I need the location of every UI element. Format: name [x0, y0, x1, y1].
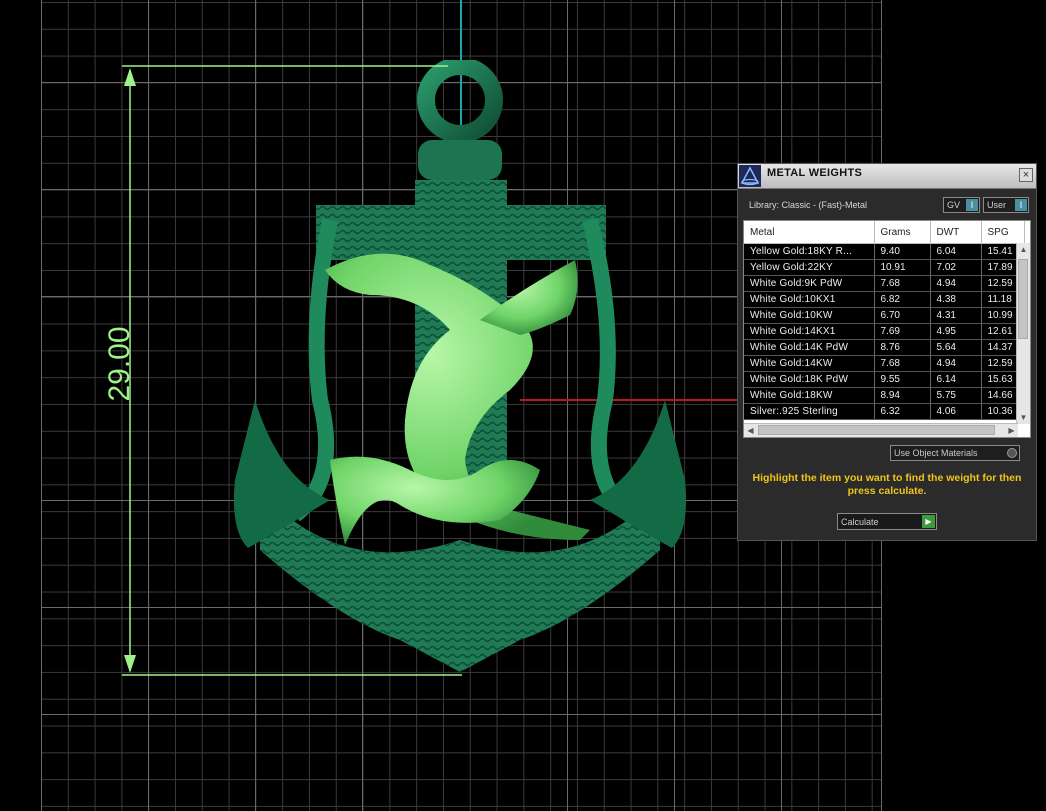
user-toggle-label: User — [987, 200, 1007, 210]
library-label: Library: Classic - (Fast)-Metal — [749, 200, 868, 210]
metal-name-cell: Silver:.925 Sterling — [744, 403, 875, 420]
vertical-scroll-thumb[interactable] — [1018, 259, 1028, 339]
rope-wrap — [418, 140, 502, 180]
metal-weights-panel: METAL WEIGHTS × Library: Classic - (Fast… — [737, 163, 1037, 541]
value-cell: 8.76 — [874, 339, 931, 356]
calculate-label: Calculate — [841, 517, 879, 527]
instruction-text: Highlight the item you want to find the … — [752, 472, 1022, 497]
horizontal-scrollbar[interactable]: ◀ ▶ — [744, 423, 1018, 437]
table-row[interactable]: White Gold:14KX1 7.69 4.95 12.61 — [744, 323, 1025, 340]
column-header[interactable]: SPG — [981, 221, 1025, 244]
radio-icon — [1007, 448, 1017, 458]
table-row[interactable]: White Gold:14K PdW 8.76 5.64 14.37 — [744, 339, 1025, 356]
value-cell: 4.31 — [930, 307, 982, 324]
table-row[interactable]: White Gold:18KW 8.94 5.75 14.66 — [744, 387, 1025, 404]
column-header[interactable]: Metal — [744, 221, 875, 244]
app-logo-icon — [739, 165, 761, 187]
value-cell: 5.75 — [930, 387, 982, 404]
use-object-materials-toggle[interactable]: Use Object Materials — [890, 445, 1020, 461]
value-cell: 4.06 — [930, 403, 982, 420]
value-cell: 6.32 — [874, 403, 931, 420]
value-cell: 4.94 — [930, 275, 982, 292]
table-row[interactable]: White Gold:10KX1 6.82 4.38 11.18 — [744, 291, 1025, 308]
value-cell: 9.40 — [874, 243, 931, 260]
value-cell: 5.64 — [930, 339, 982, 356]
metal-name-cell: White Gold:14KW — [744, 355, 875, 372]
value-cell: 4.95 — [930, 323, 982, 340]
use-object-materials-label: Use Object Materials — [894, 448, 978, 458]
value-cell: 7.68 — [874, 355, 931, 372]
table-header-row: Metal Grams DWT SPG — [744, 221, 1025, 244]
value-cell: 6.14 — [930, 371, 982, 388]
calculate-button[interactable]: Calculate ▶ — [837, 513, 937, 530]
grid-line — [148, 0, 149, 811]
value-cell: 7.02 — [930, 259, 982, 276]
table-row[interactable]: White Gold:9K PdW 7.68 4.94 12.59 — [744, 275, 1025, 292]
horizontal-scroll-thumb[interactable] — [758, 425, 995, 435]
gv-toggle[interactable]: GV I — [943, 197, 980, 213]
value-cell: 9.55 — [874, 371, 931, 388]
toggle-indicator-icon: I — [1015, 199, 1027, 211]
gv-toggle-label: GV — [947, 200, 961, 210]
metal-name-cell: White Gold:14KX1 — [744, 323, 875, 340]
scroll-left-icon[interactable]: ◀ — [744, 424, 757, 437]
column-header[interactable]: Grams — [874, 221, 931, 244]
viewport-margin-left — [0, 0, 41, 811]
table-row[interactable]: White Gold:18K PdW 9.55 6.14 15.63 — [744, 371, 1025, 388]
column-header[interactable]: DWT — [930, 221, 982, 244]
rope-left — [289, 218, 338, 522]
scroll-down-icon[interactable]: ▼ — [1017, 411, 1030, 424]
bail-ring — [417, 60, 503, 143]
table-row[interactable]: Yellow Gold:22KY 10.91 7.02 17.89 — [744, 259, 1025, 276]
metal-name-cell: White Gold:14K PdW — [744, 339, 875, 356]
toggle-indicator-icon: I — [966, 199, 978, 211]
metal-table[interactable]: Metal Grams DWT SPG Yellow Gold:18KY R..… — [743, 220, 1031, 438]
metal-name-cell: White Gold:10KX1 — [744, 291, 875, 308]
value-cell: 6.04 — [930, 243, 982, 260]
metal-name-cell: White Gold:10KW — [744, 307, 875, 324]
table-row[interactable]: White Gold:14KW 7.68 4.94 12.59 — [744, 355, 1025, 372]
table-row[interactable]: Yellow Gold:18KY R... 9.40 6.04 15.41 — [744, 243, 1025, 260]
metal-name-cell: White Gold:18K PdW — [744, 371, 875, 388]
value-cell: 4.38 — [930, 291, 982, 308]
table-row[interactable]: White Gold:10KW 6.70 4.31 10.99 — [744, 307, 1025, 324]
grid-line — [41, 714, 882, 715]
grid-line — [41, 0, 42, 811]
value-cell: 8.94 — [874, 387, 931, 404]
value-cell: 6.82 — [874, 291, 931, 308]
scroll-right-icon[interactable]: ▶ — [1005, 424, 1018, 437]
rope-right — [582, 218, 636, 522]
panel-title-bar[interactable]: METAL WEIGHTS × — [738, 164, 1036, 189]
value-cell: 4.94 — [930, 355, 982, 372]
metal-name-cell: White Gold:18KW — [744, 387, 875, 404]
panel-title: METAL WEIGHTS — [767, 167, 863, 179]
close-button[interactable]: × — [1019, 168, 1033, 182]
anchor-pendant-model[interactable] — [220, 60, 700, 700]
user-toggle[interactable]: User I — [983, 197, 1029, 213]
value-cell: 6.70 — [874, 307, 931, 324]
value-cell: 10.91 — [874, 259, 931, 276]
metal-name-cell: White Gold:9K PdW — [744, 275, 875, 292]
vertical-scrollbar[interactable]: ▲ ▼ — [1016, 243, 1030, 424]
play-icon: ▶ — [922, 515, 935, 528]
table-row[interactable]: Silver:.925 Sterling 6.32 4.06 10.36 — [744, 403, 1025, 420]
dimension-value: 29.00 — [103, 326, 136, 402]
scroll-up-icon[interactable]: ▲ — [1017, 243, 1030, 256]
value-cell: 7.69 — [874, 323, 931, 340]
metal-name-cell: Yellow Gold:22KY — [744, 259, 875, 276]
metal-name-cell: Yellow Gold:18KY R... — [744, 243, 875, 260]
value-cell: 7.68 — [874, 275, 931, 292]
